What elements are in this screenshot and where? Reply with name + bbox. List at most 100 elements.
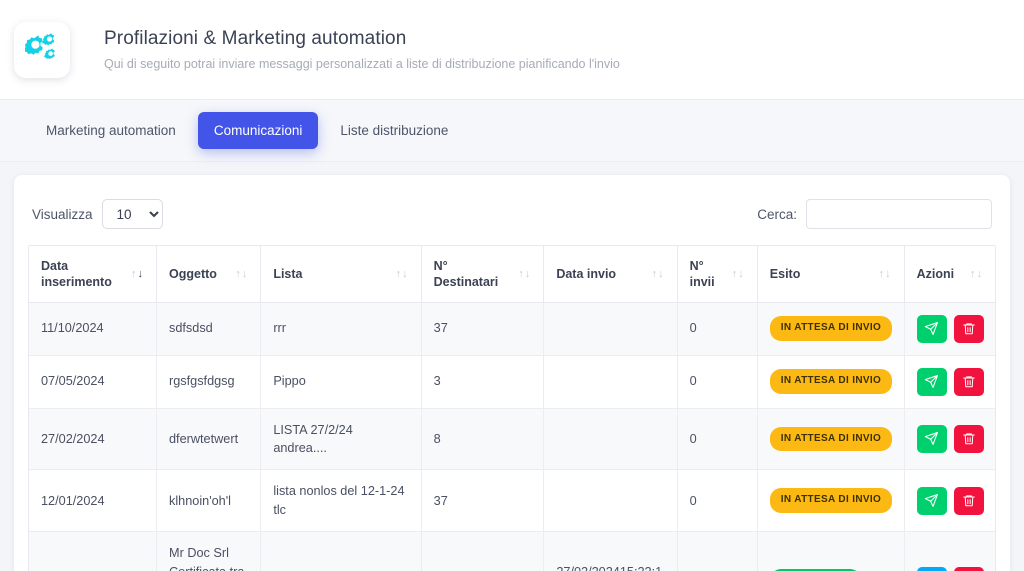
cell-destinatari: 8: [421, 408, 545, 471]
delete-button[interactable]: [953, 314, 984, 343]
length-control: Visualizza 10 25 50 100: [32, 199, 163, 229]
column-header-esito[interactable]: Esito ↑↓: [757, 246, 905, 303]
cell-invii: 0: [677, 469, 758, 533]
status-badge: IN ATTESA DI INVIO: [769, 488, 893, 513]
delete-button[interactable]: [953, 367, 984, 396]
delete-button[interactable]: [953, 486, 984, 515]
column-label: Oggetto: [169, 266, 217, 281]
cell-esito: IN ATTESA DI INVIO: [757, 302, 905, 356]
column-header-oggetto[interactable]: Oggetto ↑↓: [156, 246, 262, 303]
column-header-data-inserimento[interactable]: Data inserimento ↑↓: [29, 246, 157, 303]
cell-data-invio: 27/02/202415:22:13: [543, 531, 678, 571]
send-button[interactable]: [916, 314, 947, 343]
cell-destinatari: 37: [421, 302, 545, 356]
status-badge: IN ATTESA DI INVIO: [769, 426, 893, 452]
communications-card: Visualizza 10 25 50 100 Cerca:: [14, 175, 1010, 571]
paper-plane-icon: [924, 321, 939, 336]
app-icon-tile: [14, 21, 70, 78]
cell-lista: lista nonlos del 12-1-24 tlc: [260, 469, 422, 533]
sort-arrows-icon[interactable]: ↑↓: [131, 268, 144, 280]
tab-comunicazioni[interactable]: Comunicazioni: [197, 112, 319, 149]
cell-azioni: [904, 408, 995, 471]
delete-button[interactable]: [953, 566, 984, 571]
cell-data-inserimento: 12/01/2024: [29, 469, 157, 533]
table-row: 21/07/2023Mr Doc Srl Certificata tra i f…: [29, 531, 995, 571]
table-container: Data inserimento ↑↓ Oggetto ↑↓ Lista ↑↓ …: [28, 245, 996, 571]
status-badge: IN ATTESA DI INVIO: [769, 369, 893, 394]
cell-data-invio: [543, 355, 678, 409]
cell-oggetto: Mr Doc Srl Certificata tra i fornitori d…: [156, 531, 262, 571]
tab-liste-distribuzione[interactable]: Liste distribuzione: [324, 112, 464, 149]
column-header-invii[interactable]: N° invii ↑↓: [677, 246, 758, 303]
column-header-destinatari[interactable]: N° Destinatari ↑↓: [421, 246, 545, 303]
cell-invii: 0: [677, 355, 758, 409]
cell-data-inserimento: 11/10/2024: [29, 302, 157, 356]
cell-lista: rrr: [260, 302, 422, 356]
length-label: Visualizza: [32, 206, 93, 222]
sort-arrows-icon[interactable]: ↑↓: [396, 268, 409, 280]
sort-arrows-icon[interactable]: ↑↓: [970, 268, 983, 280]
cell-lista: tutti ordini luglio23: [260, 531, 422, 571]
send-button[interactable]: [916, 486, 947, 515]
sort-arrows-icon[interactable]: ↑↓: [235, 268, 248, 280]
column-header-lista[interactable]: Lista ↑↓: [260, 246, 422, 303]
send-button[interactable]: [916, 367, 947, 396]
header-text-block: Profilazioni & Marketing automation Qui …: [104, 27, 620, 73]
resend-button[interactable]: [916, 566, 947, 571]
column-label: N° Destinatari: [433, 258, 499, 289]
trash-icon: [962, 374, 976, 389]
column-label: Azioni: [916, 266, 955, 281]
search-label: Cerca:: [757, 206, 797, 222]
cell-azioni: [904, 302, 995, 356]
cell-data-invio: [543, 302, 678, 356]
search-control: Cerca:: [757, 199, 992, 229]
cell-data-invio: [543, 469, 678, 533]
cell-data-invio: [543, 408, 678, 471]
trash-icon: [962, 431, 976, 446]
page-header: Profilazioni & Marketing automation Qui …: [0, 0, 1024, 100]
sort-arrows-icon[interactable]: ↑↓: [879, 268, 892, 280]
trash-icon: [962, 321, 976, 336]
paper-plane-icon: [924, 493, 939, 508]
paper-plane-icon: [924, 431, 939, 446]
tabs-bar: Marketing automation Comunicazioni Liste…: [0, 100, 1024, 162]
sort-arrows-icon[interactable]: ↑↓: [518, 268, 531, 280]
cell-lista: LISTA 27/2/24 andrea....: [260, 408, 422, 471]
cell-oggetto: klhnoin'oh'l: [156, 469, 262, 533]
cell-oggetto: dferwtetwert: [156, 408, 262, 471]
delete-button[interactable]: [953, 424, 984, 453]
table-row: 11/10/2024 sdfsdsd rrr 37 0 IN ATTESA DI INVI…: [29, 302, 995, 356]
table-header-row: Data inserimento ↑↓ Oggetto ↑↓ Lista ↑↓ …: [29, 246, 995, 303]
cell-destinatari: 3: [421, 355, 545, 409]
communications-table: Data inserimento ↑↓ Oggetto ↑↓ Lista ↑↓ …: [29, 246, 995, 571]
page-title: Profilazioni & Marketing automation: [104, 27, 407, 49]
tab-marketing-automation[interactable]: Marketing automation: [30, 112, 192, 149]
sort-arrows-icon[interactable]: ↑↓: [732, 268, 745, 280]
column-header-azioni[interactable]: Azioni ↑↓: [904, 246, 995, 303]
cell-invii: 2: [677, 531, 758, 571]
cell-lista: Pippo: [260, 355, 422, 409]
cell-data-inserimento: 07/05/2024: [29, 355, 157, 409]
cell-esito: IN ATTESA DI INVIO: [757, 408, 905, 471]
column-label: N° invii: [689, 258, 715, 289]
cell-oggetto: sdfsdsd: [156, 302, 262, 356]
paper-plane-icon: [924, 374, 939, 389]
cell-invii: 0: [677, 302, 758, 356]
cell-azioni: [904, 355, 995, 409]
cell-esito: IN ATTESA DI INVIO: [757, 355, 905, 409]
column-header-data-invio[interactable]: Data invio ↑↓: [543, 246, 678, 303]
page-subtitle: Qui di seguito potrai inviare messaggi p…: [104, 57, 620, 72]
column-label: Esito: [769, 266, 801, 281]
send-button[interactable]: [916, 424, 947, 453]
sort-arrows-icon[interactable]: ↑↓: [652, 268, 665, 280]
search-input[interactable]: [806, 199, 992, 229]
cell-destinatari: 37: [421, 469, 545, 533]
page-length-select[interactable]: 10 25 50 100: [101, 199, 163, 229]
table-row: 07/05/2024 rgsfgsfdgsg Pippo 3 0 IN ATTESA DI…: [29, 355, 995, 409]
column-label: Lista: [273, 266, 303, 281]
cell-data-inserimento: 27/02/2024: [29, 408, 157, 471]
table-row: 12/01/2024 klhnoin'oh'l lista nonlos del 1…: [29, 469, 995, 533]
gears-icon: [23, 31, 59, 68]
column-label: Data invio: [556, 266, 617, 281]
cell-azioni: [904, 469, 995, 533]
